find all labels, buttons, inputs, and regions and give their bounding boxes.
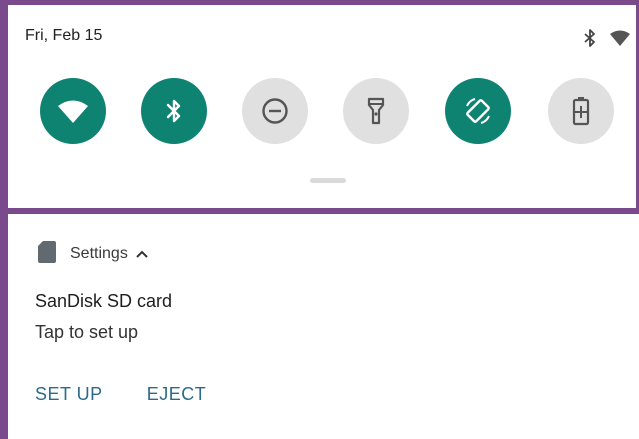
drag-handle[interactable]: [310, 178, 346, 183]
flashlight-tile[interactable]: [343, 78, 409, 144]
set-up-button[interactable]: SET UP: [35, 384, 103, 405]
frame-left-border: [0, 0, 8, 439]
auto-rotate-tile[interactable]: [445, 78, 511, 144]
do-not-disturb-tile[interactable]: [242, 78, 308, 144]
chevron-up-icon[interactable]: [136, 245, 148, 263]
notification-header[interactable]: Settings: [38, 240, 148, 268]
battery-saver-tile[interactable]: [548, 78, 614, 144]
notification-app-name: Settings: [70, 245, 128, 262]
quick-settings-panel: Fri, Feb 15: [8, 5, 636, 208]
battery-saver-icon: [572, 96, 590, 126]
bluetooth-tile[interactable]: [141, 78, 207, 144]
status-date: Fri, Feb 15: [25, 27, 103, 44]
sd-card-notification[interactable]: Settings SanDisk SD card Tap to set up S…: [8, 214, 639, 439]
flashlight-icon: [367, 97, 385, 125]
notification-actions: SET UP EJECT: [35, 384, 206, 405]
notification-text: Tap to set up: [35, 322, 139, 342]
eject-button[interactable]: EJECT: [147, 384, 207, 405]
bluetooth-icon: [584, 29, 596, 47]
notification-title: SanDisk SD card: [35, 291, 173, 311]
auto-rotate-icon: [463, 96, 493, 126]
wifi-icon: [58, 99, 88, 123]
wifi-tile[interactable]: [40, 78, 106, 144]
do-not-disturb-icon: [261, 97, 289, 125]
wifi-icon: [610, 30, 630, 46]
status-icons: [584, 29, 630, 47]
sd-card-icon: [38, 240, 70, 268]
bluetooth-icon: [166, 98, 182, 124]
